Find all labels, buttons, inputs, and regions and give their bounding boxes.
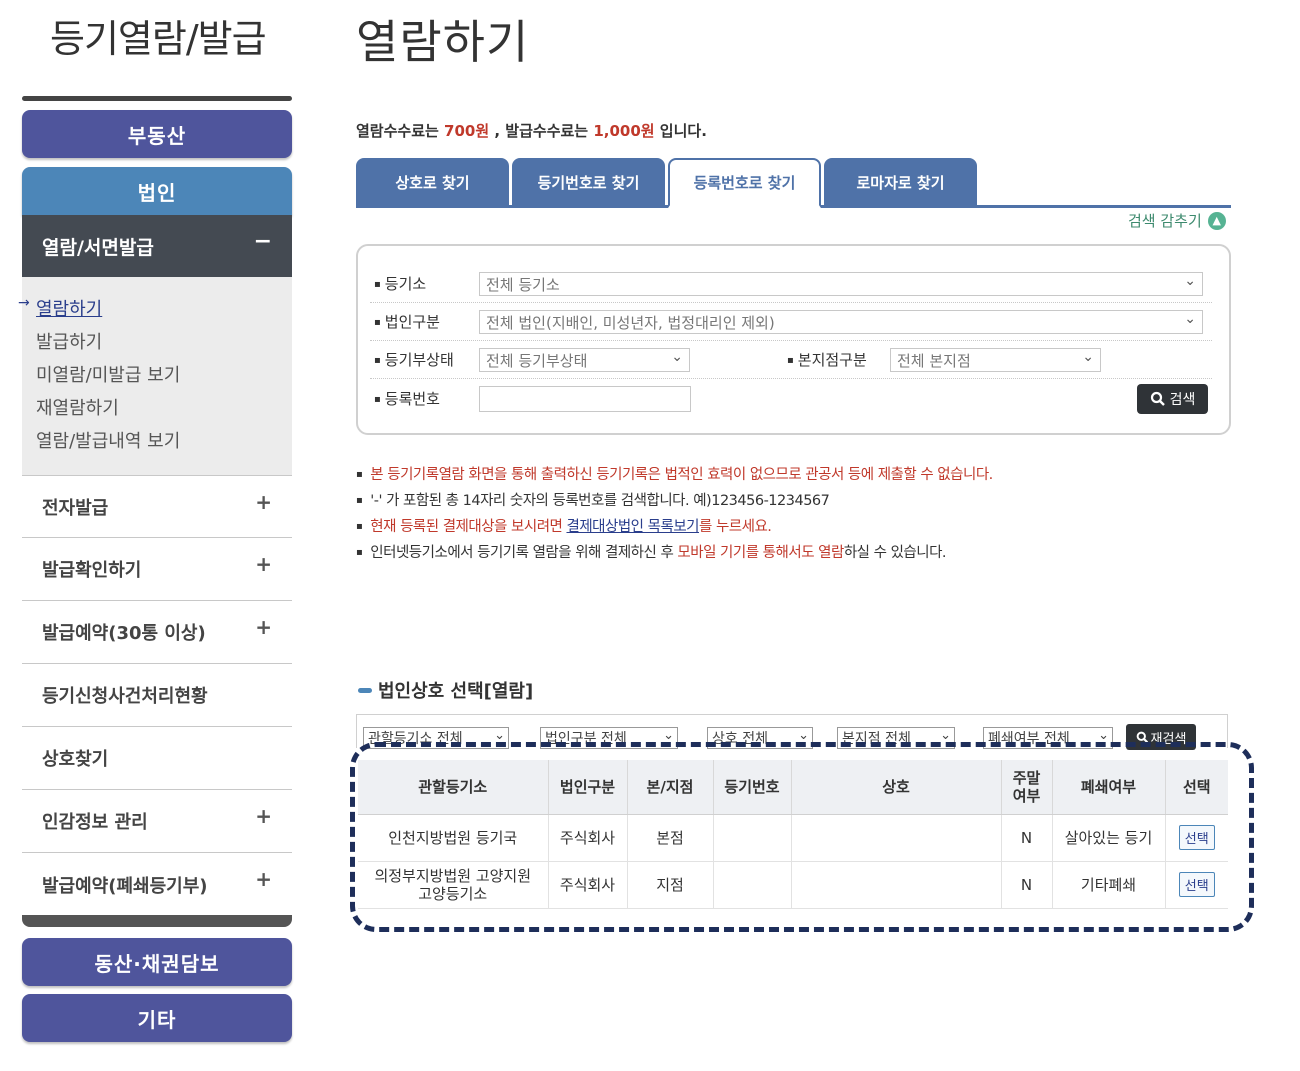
chevron-up-icon: ▲: [1207, 211, 1226, 230]
nav-section-label: 열람/서면발급: [42, 236, 154, 259]
results-section-title: 법인상호 선택[열람]: [358, 677, 533, 703]
submenu-issue[interactable]: 발급하기: [36, 328, 102, 354]
notice-item: 본 등기기록열람 화면을 통해 출력하신 등기기록은 법적인 효력이 없으므로 …: [356, 462, 1236, 488]
issue-fee: 1,000원: [593, 122, 655, 140]
notice-text: 하실 수 있습니다.: [843, 545, 947, 561]
submenu-unviewed[interactable]: 미열람/미발급 보기: [36, 361, 180, 387]
nav-seal-management[interactable]: 인감정보 관리 +: [22, 790, 292, 853]
corp-type-value: 전체 법인(지배인, 미성년자, 법정대리인 제외): [486, 313, 775, 332]
notice-item: '-' 가 포함된 총 14자리 숫자의 등록번호를 검색합니다. 예)1234…: [356, 488, 1236, 514]
highlight-annotation: [350, 742, 1254, 932]
nav-bulk-reservation[interactable]: 발급예약(30통 이상) +: [22, 601, 292, 664]
fee-text: 열람수수료는: [356, 122, 445, 140]
sidebar-top-divider: [22, 96, 292, 101]
current-arrow-icon: →: [18, 295, 30, 311]
nav-etc-button[interactable]: 기타: [22, 994, 292, 1042]
notice-text: 현재 등록된 결제대상을 보시려면: [370, 519, 567, 535]
notice-text: 를 누르세요.: [699, 519, 772, 535]
registry-value: 전체 등기소: [486, 275, 560, 294]
row-divider: [370, 340, 1212, 341]
search-tabs: 상호로 찾기 등기번호로 찾기 등록번호로 찾기 로마자로 찾기: [356, 158, 1231, 208]
tab-name-search[interactable]: 상호로 찾기: [356, 158, 509, 206]
nav-name-search[interactable]: 상호찾기: [22, 727, 292, 790]
branch-select[interactable]: 전체 본지점 ⌄: [890, 348, 1101, 372]
notice-item: 현재 등록된 결제대상을 보시려면 결제대상법인 목록보기를 누르세요.: [356, 514, 1236, 540]
expand-icon[interactable]: +: [255, 552, 272, 576]
sidebar-title: 등기열람/발급: [50, 17, 267, 61]
nav-issue-verify[interactable]: 발급확인하기 +: [22, 538, 292, 601]
notice-list: 본 등기기록열람 화면을 통해 출력하신 등기기록은 법적인 효력이 없으므로 …: [356, 462, 1236, 566]
notice-text: 인터넷등기소에서 등기기록 열람을 위해 결제하신 후: [370, 545, 678, 561]
status-label: 등기부상태: [374, 349, 454, 370]
submenu-history[interactable]: 열람/발급내역 보기: [36, 427, 180, 453]
row-divider: [370, 302, 1212, 303]
branch-value: 전체 본지점: [897, 351, 971, 370]
payment-list-link[interactable]: 결제대상법인 목록보기: [566, 519, 699, 535]
submenu-view[interactable]: 열람하기: [36, 295, 102, 321]
expand-icon[interactable]: +: [255, 867, 272, 891]
chevron-down-icon: ⌄: [798, 728, 809, 743]
search-icon: [1150, 391, 1165, 406]
nav-closed-reservation[interactable]: 발급예약(폐쇄등기부) +: [22, 853, 292, 916]
chevron-down-icon: ⌄: [1184, 311, 1196, 327]
nav-movable-button[interactable]: 동산·채권담보: [22, 938, 292, 986]
notice-text: '-' 가 포함된 총 14자리 숫자의 등록번호를 검색합니다. 예)1234…: [370, 493, 830, 509]
sidebar-bottom-bar: [22, 915, 292, 927]
expand-icon[interactable]: +: [255, 804, 272, 828]
menu-label: 상호찾기: [42, 749, 109, 770]
status-select[interactable]: 전체 등기부상태 ⌄: [479, 348, 690, 372]
registry-select[interactable]: 전체 등기소 ⌄: [479, 272, 1203, 296]
tab-regnum-search[interactable]: 등기번호로 찾기: [512, 158, 665, 206]
regno-input[interactable]: [479, 386, 691, 412]
notice-text: 모바일 기기를 통해서도 열람: [677, 545, 844, 561]
status-value: 전체 등기부상태: [486, 351, 588, 370]
corp-type-label: 법인구분: [374, 311, 440, 332]
branch-label: 본지점구분: [787, 349, 867, 370]
menu-label: 발급예약(폐쇄등기부): [42, 875, 208, 897]
hide-search-label: 검색 감추기: [1128, 212, 1202, 230]
chevron-down-icon: ⌄: [940, 728, 951, 743]
notice-item: 인터넷등기소에서 등기기록 열람을 위해 결제하신 후 모바일 기기를 통해서도…: [356, 540, 1236, 566]
chevron-down-icon: ⌄: [494, 728, 505, 743]
chevron-down-icon: ⌄: [663, 728, 674, 743]
chevron-down-icon: ⌄: [1184, 273, 1196, 289]
nav-application-status[interactable]: 등기신청사건처리현황: [22, 664, 292, 727]
nav-electronic-issue[interactable]: 전자발급 +: [22, 475, 292, 538]
search-button-label: 검색: [1169, 392, 1196, 408]
menu-label: 전자발급: [42, 497, 109, 519]
nav-realestate-button[interactable]: 부동산: [22, 110, 292, 158]
fee-notice: 열람수수료는 700원 , 발급수수료는 1,000원 입니다.: [356, 120, 707, 141]
tab-roman-search[interactable]: 로마자로 찾기: [824, 158, 977, 206]
nav-section-view-issue[interactable]: 열람/서면발급 −: [22, 215, 292, 277]
menu-label: 인감정보 관리: [42, 812, 148, 833]
expand-icon[interactable]: +: [255, 615, 272, 639]
registry-label: 등기소: [374, 273, 426, 294]
hide-search-toggle[interactable]: 검색 감추기 ▲: [1128, 210, 1226, 231]
search-button[interactable]: 검색: [1137, 384, 1208, 414]
row-divider: [370, 378, 1212, 379]
view-fee: 700원: [444, 122, 490, 140]
fee-text: 입니다.: [654, 122, 707, 140]
corp-type-select[interactable]: 전체 법인(지배인, 미성년자, 법정대리인 제외) ⌄: [479, 310, 1203, 334]
fee-text: , 발급수수료는: [489, 122, 594, 140]
notice-text: 본 등기기록열람 화면을 통해 출력하신 등기기록은 법적인 효력이 없으므로 …: [370, 467, 993, 483]
chevron-down-icon: ⌄: [1082, 349, 1094, 365]
collapse-icon[interactable]: −: [254, 229, 272, 254]
results-title-text: 법인상호 선택[열람]: [378, 681, 534, 702]
menu-label: 발급예약(30통 이상): [42, 623, 206, 644]
submenu-review[interactable]: 재열람하기: [36, 394, 119, 420]
menu-label: 등기신청사건처리현황: [42, 686, 208, 707]
regno-label: 등록번호: [374, 388, 440, 409]
tab-registration-search[interactable]: 등록번호로 찾기: [668, 158, 821, 208]
page-title: 열람하기: [356, 15, 530, 69]
section-marker: [358, 687, 372, 693]
nav-corporation-button[interactable]: 법인: [22, 167, 292, 215]
expand-icon[interactable]: +: [255, 490, 272, 514]
chevron-down-icon: ⌄: [671, 349, 683, 365]
menu-label: 발급확인하기: [42, 560, 142, 581]
chevron-down-icon: ⌄: [1098, 728, 1109, 743]
